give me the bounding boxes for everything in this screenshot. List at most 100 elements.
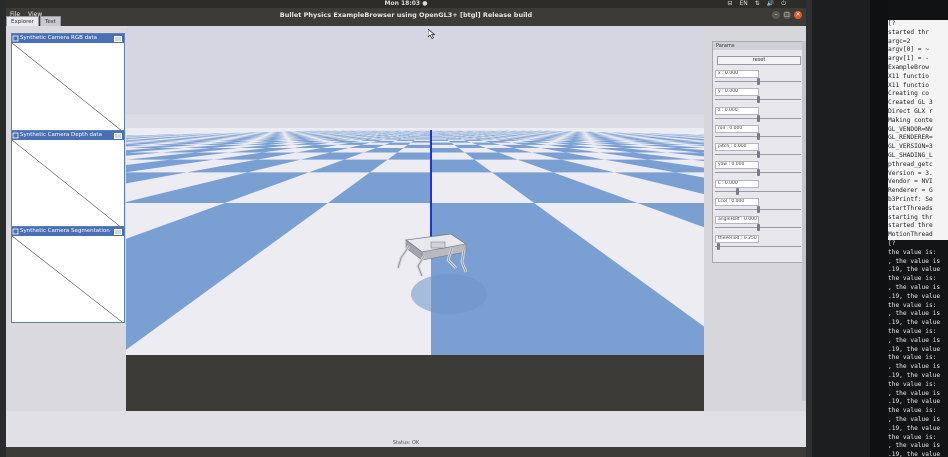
terminal-line: .19, the value [888,371,941,379]
maximize-button[interactable]: □ [783,11,791,19]
slider-track[interactable] [715,190,801,192]
terminal-line: ExampleBrow [888,63,929,71]
arrow-cursor-icon [428,29,436,39]
terminal-line: Vendor = NVI [888,178,933,186]
terminal-line: [? [888,240,896,247]
slider-theperiod-label: thePeriod : 0.250 [715,234,759,243]
system-top-bar: Mon 18:03 ● ⊟ EN ⇅ 🔊 ⏻ [6,0,806,8]
slider-pitch-label: pitch : 0.000 [715,143,759,152]
params-window[interactable]: Params reset x : 0.000 y : 0.000 z : 0.0… [712,41,806,263]
window-title: Bullet Physics ExampleBrowser using Open… [279,11,533,19]
terminal-line: pthread_getc [888,160,933,168]
monitor-bezel-right [806,0,870,457]
slider-knob[interactable] [756,224,760,232]
power-icon[interactable]: ⏻ [781,0,786,8]
terminal-line: .19, the value [888,319,941,327]
slider-knob[interactable] [756,206,760,214]
camera-segmentation-view [12,236,124,322]
minimize-icon[interactable] [114,36,122,42]
minimize-button[interactable]: – [772,11,780,19]
terminal-line: Creating co [888,90,929,98]
clock-label[interactable]: Mon 18:03 ● [6,0,806,8]
terminal-line: argc=2 [888,37,911,45]
terminal-line: [? [888,20,896,27]
camera-segmentation-header[interactable]: Synthetic Camera Segmentation Mask [12,227,124,243]
slider-knob[interactable] [756,114,760,122]
slider-yaw-label: yaw : 0.000 [715,161,759,170]
slider-knob[interactable] [756,78,760,85]
terminal-line: argv[1] = - [888,55,929,63]
terminal-line: started thr [888,28,929,36]
slider-lcol[interactable]: Lcol : 0.000 [713,197,805,215]
camera-rgb-window[interactable]: Synthetic Camera RGB data [11,33,125,132]
camera-rgb-view [12,43,124,131]
slider-yaw[interactable]: yaw : 0.000 [713,160,805,178]
terminal-line: , the value is [888,442,941,450]
slider-knob[interactable] [756,96,760,104]
indicator-tray: ⊟ EN ⇅ 🔊 ⏻ [727,0,786,8]
slider-lcol-label: Lcol : 0.000 [715,198,759,207]
window-titlebar[interactable]: File View Bullet Physics ExampleBrowser … [6,8,806,22]
camera-depth-header[interactable]: Synthetic Camera Depth data [12,131,124,140]
terminal-line: .19, the value [888,398,941,406]
slider-z[interactable]: z : 0.000 [713,106,805,124]
tab-explorer[interactable]: Explorer [6,16,39,26]
camera-depth-window[interactable]: Synthetic Camera Depth data [11,130,125,229]
terminal-window[interactable]: [? started thr argc=2 argv[0] = ~ argv[1] = … [888,0,948,457]
terminal-line: the value is: [888,407,937,415]
slider-knob[interactable] [756,151,760,159]
terminal-top-pane[interactable]: [? started thr argc=2 argv[0] = ~ argv[1] = … [888,20,948,240]
camera-depth-title: Synthetic Camera Depth data [20,132,102,138]
horizon-haze [126,114,704,128]
volume-icon[interactable]: 🔊 [767,0,774,8]
tab-test[interactable]: Test [39,16,61,26]
camera-rgb-placeholder [12,43,122,131]
slider-theperiod[interactable]: thePeriod : 0.250 [713,234,805,252]
close-button[interactable]: ✕ [794,11,802,19]
keyboard-layout-icon[interactable]: ⊟ [727,0,732,8]
slider-pitch[interactable]: pitch : 0.000 [713,142,805,160]
slider-track[interactable] [715,245,801,247]
bezel-edge [806,0,812,457]
terminal-line: Version = 3. [888,169,933,177]
slider-l[interactable]: L : 0.000 [713,179,805,197]
terminal-line: Making conte [888,116,933,124]
reset-button[interactable]: reset [717,56,801,65]
slider-x[interactable]: x : 0.000 [713,69,805,87]
slider-knob[interactable] [756,169,760,177]
camera-depth-view [12,140,124,228]
network-icon[interactable]: ⇅ [755,0,760,8]
terminal-line: the value is: [888,327,937,335]
terminal-bottom-pane[interactable]: [? the value is:, the value is .19, the va… [888,240,948,457]
terminal-line: .19, the value [888,451,941,457]
3d-viewport[interactable] [126,26,704,355]
sky-background [126,26,704,128]
window-icon [12,132,19,139]
terminal-line: , the value is [888,310,941,318]
terminal-line: .19, the value [888,266,941,274]
camera-segmentation-window[interactable]: Synthetic Camera Segmentation Mask [11,226,125,323]
minimize-icon[interactable] [114,229,122,235]
params-title[interactable]: Params [713,42,805,50]
terminal-line: startThreads [888,204,933,212]
slider-anglehalt-label: angleHalt : 0.000 [715,216,759,225]
language-indicator[interactable]: EN [739,0,747,8]
terminal-line: MotionThread [888,231,933,239]
minimize-icon[interactable] [114,133,122,139]
terminal-line: .19, the value [888,345,941,353]
slider-anglehalt[interactable]: angleHalt : 0.000 [713,215,805,233]
slider-knob[interactable] [735,187,739,195]
camera-depth-placeholder [12,140,122,228]
slider-knob[interactable] [756,132,760,140]
window-icon [12,35,19,42]
slider-roll[interactable]: roll : 0.000 [713,124,805,142]
slider-roll-label: roll : 0.000 [715,124,759,133]
slider-y[interactable]: y : 0.000 [713,87,805,105]
terminal-line: the value is: [888,380,937,388]
terminal-line: , the value is [888,257,941,265]
monitor-screen: Mon 18:03 ● ⊟ EN ⇅ 🔊 ⏻ File View Bullet … [6,0,806,457]
camera-rgb-header[interactable]: Synthetic Camera RGB data [12,34,124,43]
terminal-line: X11 functio [888,72,929,80]
terminal-line: the value is: [888,248,937,256]
terminal-line: .19, the value [888,424,941,432]
